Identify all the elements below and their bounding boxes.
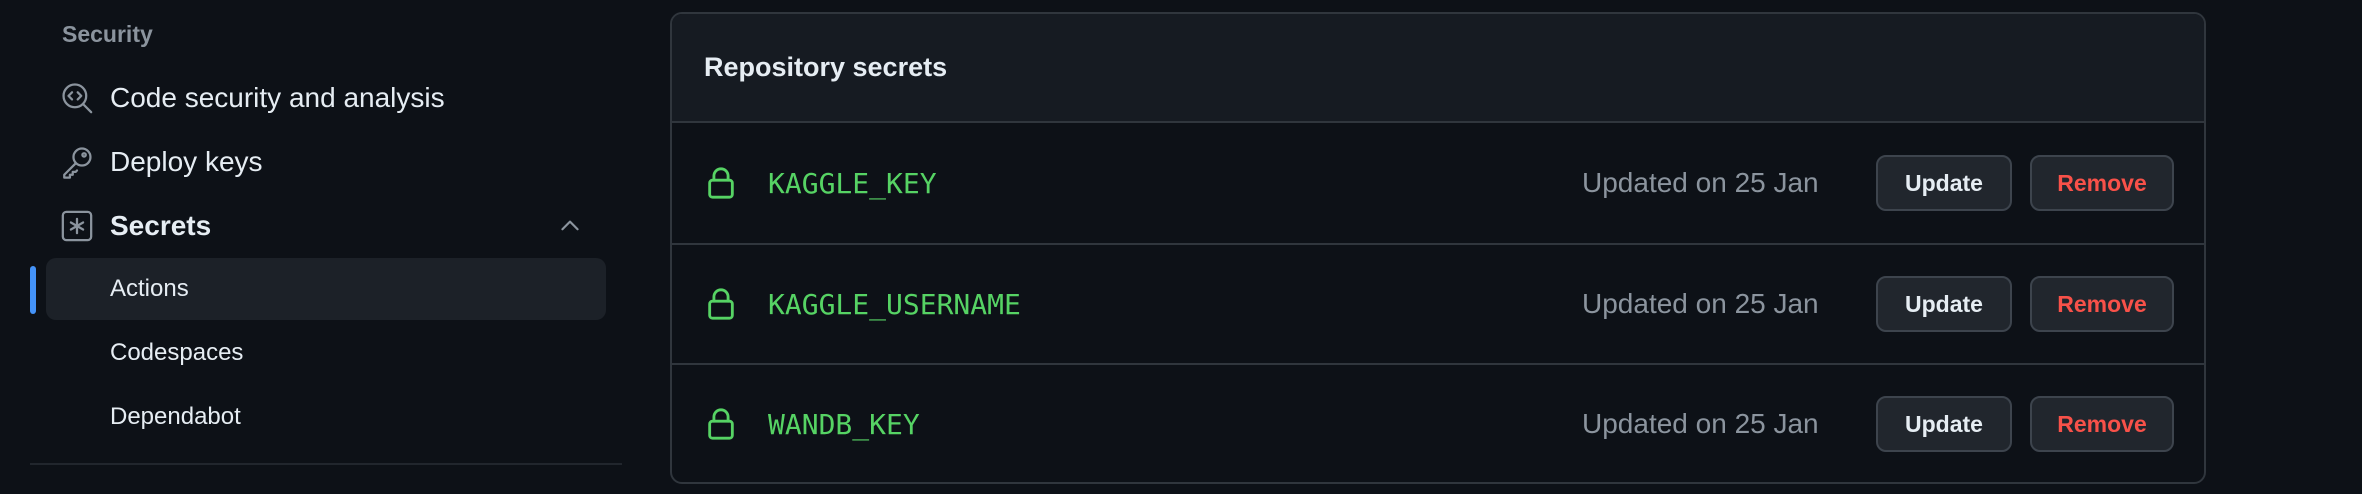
update-button[interactable]: Update [1876, 155, 2012, 211]
chevron-up-icon[interactable] [556, 212, 584, 240]
lock-icon [708, 288, 734, 320]
secret-row: WANDB_KEY Updated on 25 Jan Update Remov… [672, 363, 2204, 482]
settings-sidebar: Security Code security and analysis Depl… [0, 0, 630, 494]
sidebar-subitem-label: Codespaces [110, 339, 244, 366]
secret-name: KAGGLE_USERNAME [768, 287, 1021, 321]
sidebar-item-secrets[interactable]: Secrets [46, 196, 606, 256]
secret-name: WANDB_KEY [768, 407, 920, 441]
active-indicator [30, 266, 36, 314]
secret-updated: Updated on 25 Jan [1582, 408, 1819, 439]
sidebar-subitem-actions[interactable]: Actions [46, 258, 606, 320]
remove-button[interactable]: Remove [2030, 155, 2174, 211]
sidebar-item-label: Deploy keys [110, 146, 263, 177]
secret-updated: Updated on 25 Jan [1582, 288, 1819, 319]
secret-row: KAGGLE_KEY Updated on 25 Jan Update Remo… [672, 123, 2204, 243]
panel-header: Repository secrets [672, 14, 2204, 123]
sidebar-item-label: Code security and analysis [110, 82, 445, 113]
sidebar-divider [30, 463, 622, 465]
secret-updated: Updated on 25 Jan [1582, 167, 1819, 198]
asterisk-box-icon [60, 209, 94, 243]
lock-icon [708, 167, 734, 199]
secret-row: KAGGLE_USERNAME Updated on 25 Jan Update… [672, 243, 2204, 363]
sidebar-item-label: Secrets [110, 210, 212, 241]
update-button[interactable]: Update [1876, 396, 2012, 452]
key-icon [60, 145, 94, 179]
settings-page: Security Code security and analysis Depl… [0, 0, 2362, 494]
lock-icon [708, 408, 734, 440]
panel-title: Repository secrets [704, 52, 948, 82]
sidebar-item-deploy-keys[interactable]: Deploy keys [46, 132, 606, 192]
remove-button[interactable]: Remove [2030, 396, 2174, 452]
codescan-icon [60, 81, 94, 115]
sidebar-subitem-dependabot[interactable]: Dependabot [46, 386, 606, 448]
sidebar-item-code-security[interactable]: Code security and analysis [46, 68, 606, 128]
sidebar-section-heading: Security [62, 21, 153, 47]
sidebar-subitem-codespaces[interactable]: Codespaces [46, 322, 606, 384]
repository-secrets-panel: Repository secrets KAGGLE_KEY Updated on… [670, 12, 2206, 484]
update-button[interactable]: Update [1876, 276, 2012, 332]
secret-name: KAGGLE_KEY [768, 166, 937, 200]
sidebar-subitem-label: Actions [110, 275, 189, 302]
sidebar-subitem-label: Dependabot [110, 403, 241, 430]
remove-button[interactable]: Remove [2030, 276, 2174, 332]
